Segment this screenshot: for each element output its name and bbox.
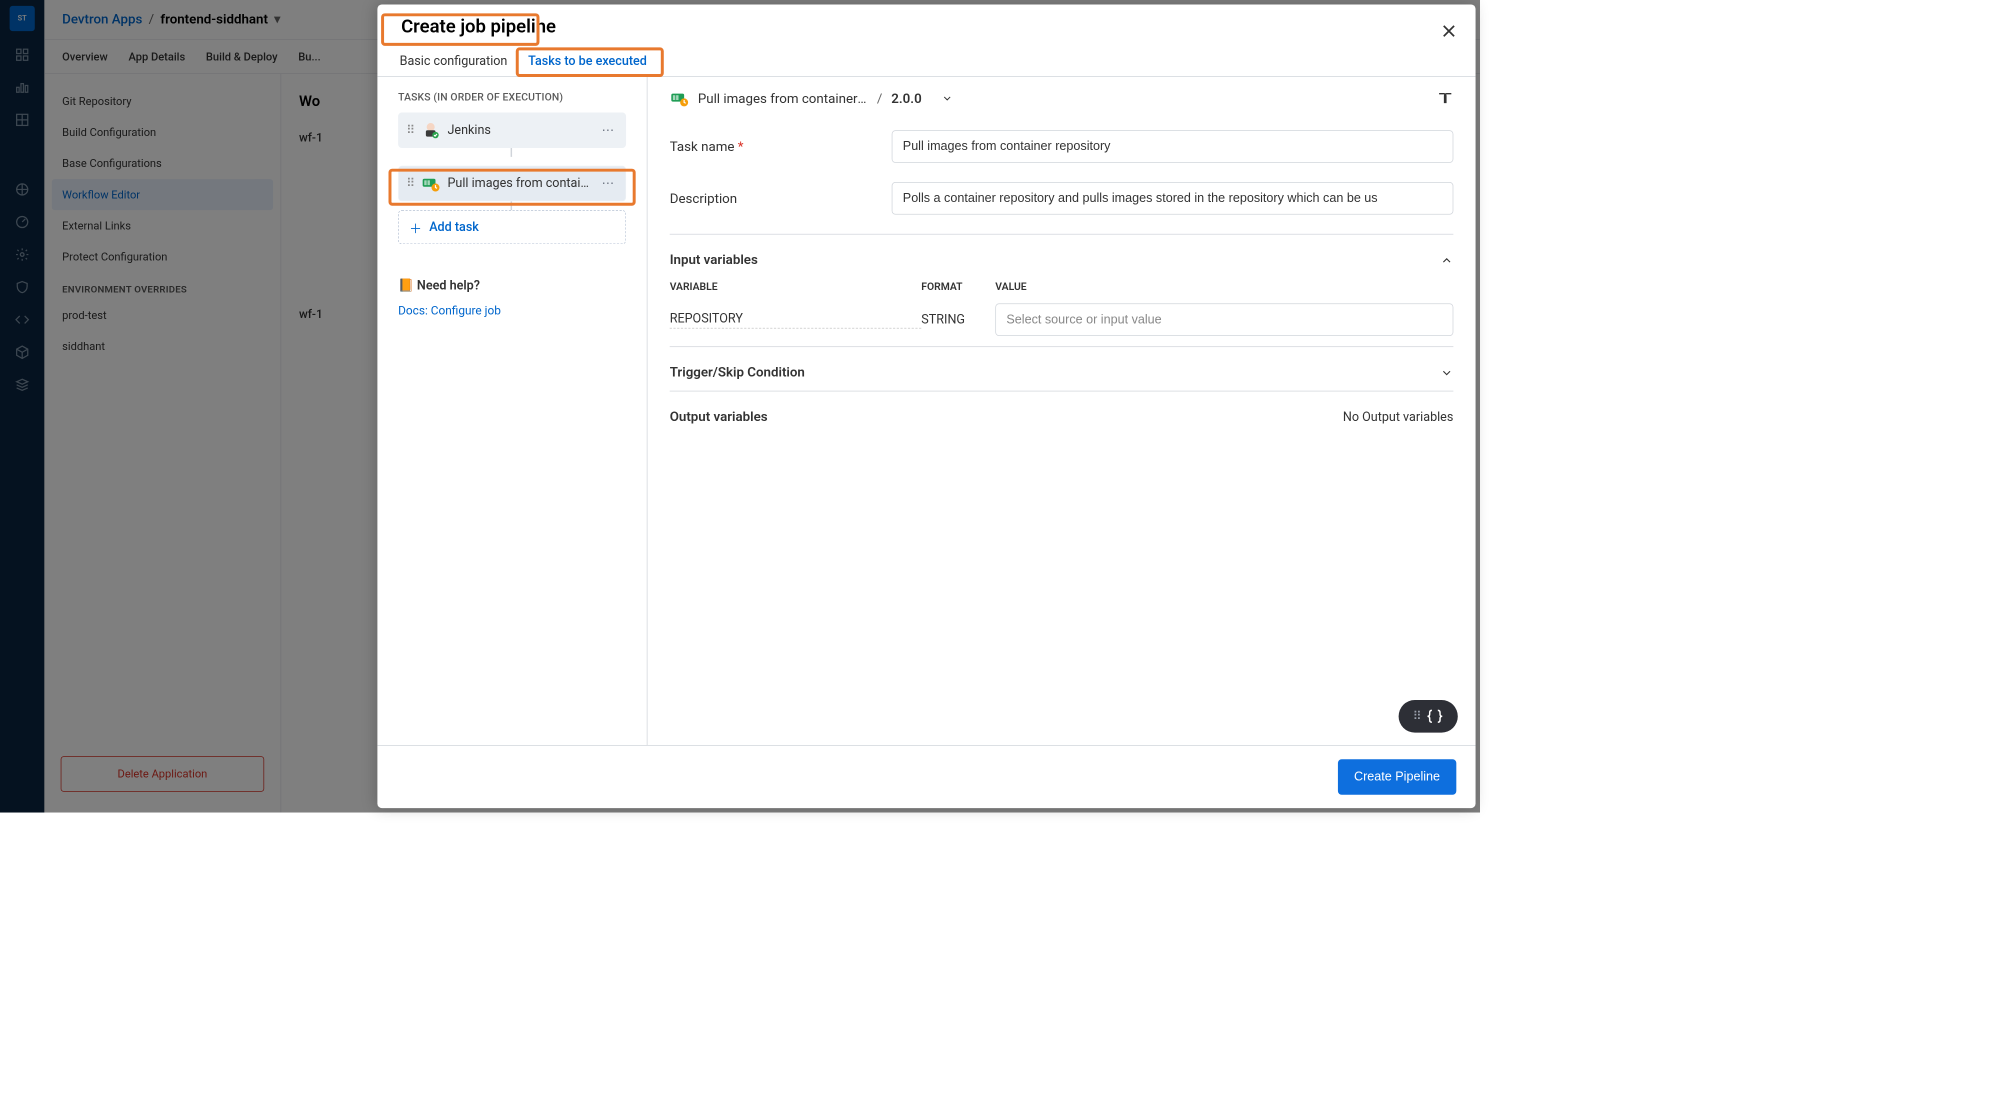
- tasks-section-label: TASKS (IN ORDER OF EXECUTION): [398, 92, 626, 104]
- container-icon: [421, 175, 440, 191]
- tab-tasks-to-be-executed[interactable]: Tasks to be executed: [527, 47, 649, 77]
- docs-link[interactable]: Docs: Configure job: [398, 303, 626, 317]
- description-input[interactable]: [892, 182, 1454, 215]
- create-job-pipeline-modal: Create job pipeline Basic configuration …: [377, 4, 1475, 808]
- chevron-down-icon[interactable]: [941, 93, 953, 105]
- jenkins-icon: [421, 122, 440, 138]
- plus-icon: ＋: [409, 218, 422, 237]
- task-version: 2.0.0: [891, 91, 921, 107]
- var-name: REPOSITORY: [670, 311, 922, 328]
- tab-basic-configuration[interactable]: Basic configuration: [398, 47, 509, 77]
- container-icon: [670, 90, 689, 106]
- output-none-text: No Output variables: [1343, 410, 1454, 425]
- output-variables-section: Output variables No Output variables: [670, 409, 1454, 425]
- col-variable: VARIABLE: [670, 281, 922, 293]
- col-format: FORMAT: [921, 281, 995, 293]
- col-value: VALUE: [995, 281, 1453, 293]
- create-pipeline-button[interactable]: Create Pipeline: [1338, 759, 1457, 795]
- add-task-button[interactable]: ＋ Add task: [398, 210, 626, 244]
- task-name-trunc: Pull images from container …: [698, 91, 868, 107]
- task-item-pull-images[interactable]: ⠿ Pull images from contain… ⋯: [398, 166, 626, 202]
- modal-title: Create job pipeline: [398, 16, 559, 37]
- add-task-label: Add task: [429, 220, 479, 235]
- task-label: Jenkins: [447, 123, 589, 138]
- var-value-input[interactable]: [995, 303, 1453, 336]
- chevron-up-icon: [1440, 253, 1453, 266]
- task-menu-icon[interactable]: ⋯: [597, 176, 619, 191]
- need-help-label: 📙 Need help?: [398, 278, 626, 293]
- task-menu-icon[interactable]: ⋯: [597, 123, 619, 138]
- braces-icon: [1426, 707, 1444, 725]
- trigger-skip-toggle[interactable]: Trigger/Skip Condition: [670, 365, 1454, 381]
- task-item-jenkins[interactable]: ⠿ Jenkins ⋯: [398, 112, 626, 148]
- task-name-label: Task name *: [670, 139, 892, 155]
- description-label: Description: [670, 191, 892, 207]
- connector-line: [511, 148, 512, 157]
- drag-handle-icon[interactable]: ⠿: [406, 181, 413, 185]
- floating-scope-button[interactable]: ⠿: [1399, 700, 1458, 733]
- task-detail-header: Pull images from container … / 2.0.0: [670, 90, 1454, 106]
- drag-handle-icon: ⠿: [1413, 714, 1420, 718]
- var-format: STRING: [921, 312, 995, 327]
- close-icon[interactable]: [1439, 21, 1460, 42]
- drag-handle-icon[interactable]: ⠿: [406, 128, 413, 132]
- book-icon[interactable]: [1437, 90, 1453, 106]
- chevron-down-icon: [1440, 366, 1453, 379]
- task-name-input[interactable]: [892, 130, 1454, 163]
- task-label: Pull images from contain…: [447, 176, 589, 191]
- connector-line: [511, 201, 512, 210]
- input-variables-toggle[interactable]: Input variables: [670, 252, 1454, 268]
